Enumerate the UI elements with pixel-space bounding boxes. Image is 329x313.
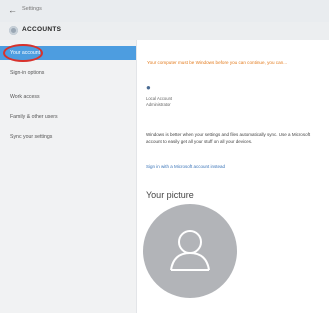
sync-description: Windows is better when your settings and…	[146, 132, 311, 144]
picture-title: Your picture	[146, 190, 194, 200]
sidebar-item-work-access[interactable]: Work access	[0, 90, 136, 104]
notice-text: Your computer must be Windows before you…	[147, 60, 288, 65]
back-arrow-icon[interactable]: ←	[8, 5, 17, 15]
avatar[interactable]	[143, 204, 237, 298]
annotation-circle	[3, 44, 43, 62]
window-title: Settings	[22, 6, 42, 12]
person-silhouette-icon	[170, 230, 210, 271]
gear-icon	[9, 26, 18, 35]
user-icon: ●	[146, 83, 151, 92]
microsoft-signin-link[interactable]: Sign in with a Microsoft account instead	[146, 164, 225, 169]
sidebar-item-family-other-users[interactable]: Family & other users	[0, 110, 136, 124]
account-type: Local Account	[146, 96, 173, 101]
sidebar-item-sign-in-options[interactable]: Sign-in options	[0, 66, 136, 80]
sidebar: Your account Sign-in options Work access…	[0, 40, 137, 313]
title-bar: ← Settings	[0, 0, 329, 22]
section-title: ACCOUNTS	[22, 26, 62, 33]
account-role: Administrator	[146, 102, 171, 107]
sidebar-item-sync-settings[interactable]: Sync your settings	[0, 130, 136, 144]
